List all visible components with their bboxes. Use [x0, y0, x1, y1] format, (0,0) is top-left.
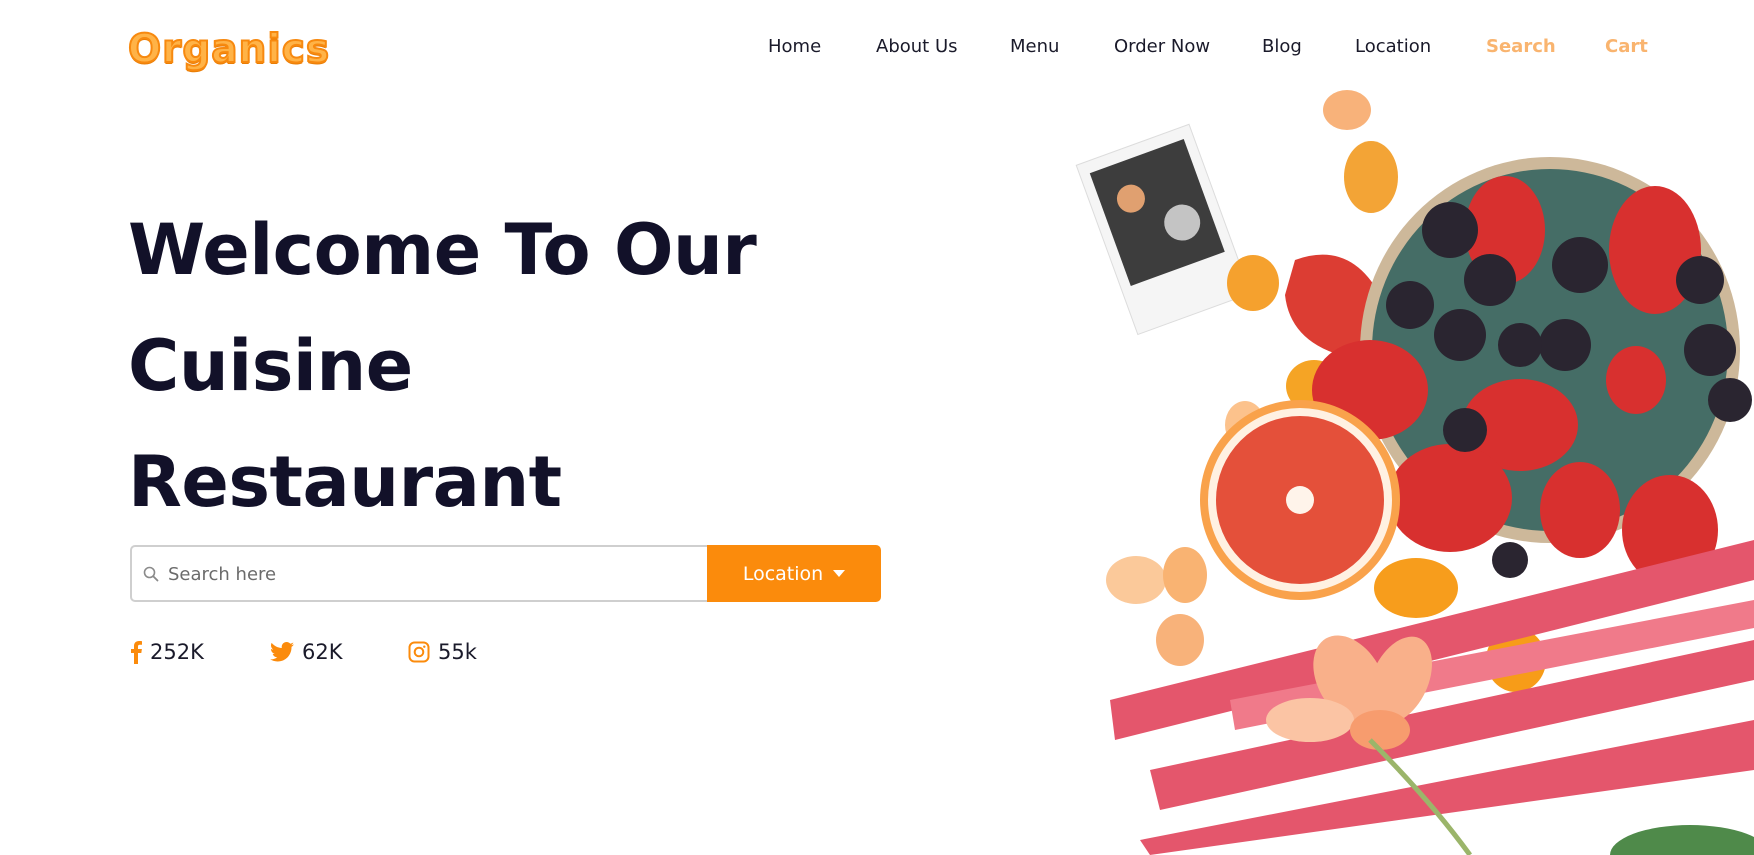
hero-title-line: Welcome To Our — [128, 209, 757, 291]
nav-location-link[interactable]: Location — [1355, 36, 1431, 57]
nav-cart-link[interactable]: Cart — [1605, 36, 1648, 57]
nav-about-link[interactable]: About Us — [876, 36, 958, 57]
caret-down-icon — [833, 570, 846, 577]
search-input[interactable] — [168, 557, 688, 591]
nav-search-link[interactable]: Search — [1486, 36, 1556, 57]
search-icon — [143, 566, 159, 582]
location-dropdown-button[interactable]: Location — [707, 545, 881, 602]
main-nav: Home About Us Menu Order Now Blog Locati… — [0, 36, 1754, 62]
search-bar: Location — [130, 545, 881, 602]
hero-food-image — [1075, 90, 1754, 855]
twitter-count: 62K — [302, 640, 343, 664]
hero-title-line: Restaurant — [128, 441, 562, 523]
nav-home-link[interactable]: Home — [768, 36, 821, 57]
hero-title-line: Cuisine — [128, 325, 413, 407]
facebook-icon — [131, 641, 142, 664]
social-twitter[interactable]: 62K — [270, 640, 343, 664]
instagram-count: 55k — [438, 640, 477, 664]
twitter-icon — [270, 642, 294, 662]
hero-title: Welcome To Our Cuisine Restaurant — [128, 192, 888, 540]
social-facebook[interactable]: 252K — [130, 640, 204, 664]
instagram-icon — [408, 641, 430, 663]
nav-blog-link[interactable]: Blog — [1262, 36, 1302, 57]
nav-menu-link[interactable]: Menu — [1010, 36, 1059, 57]
social-instagram[interactable]: 55k — [408, 640, 477, 664]
location-button-label: Location — [742, 562, 824, 585]
nav-order-link[interactable]: Order Now — [1114, 36, 1210, 57]
facebook-count: 252K — [150, 640, 204, 664]
